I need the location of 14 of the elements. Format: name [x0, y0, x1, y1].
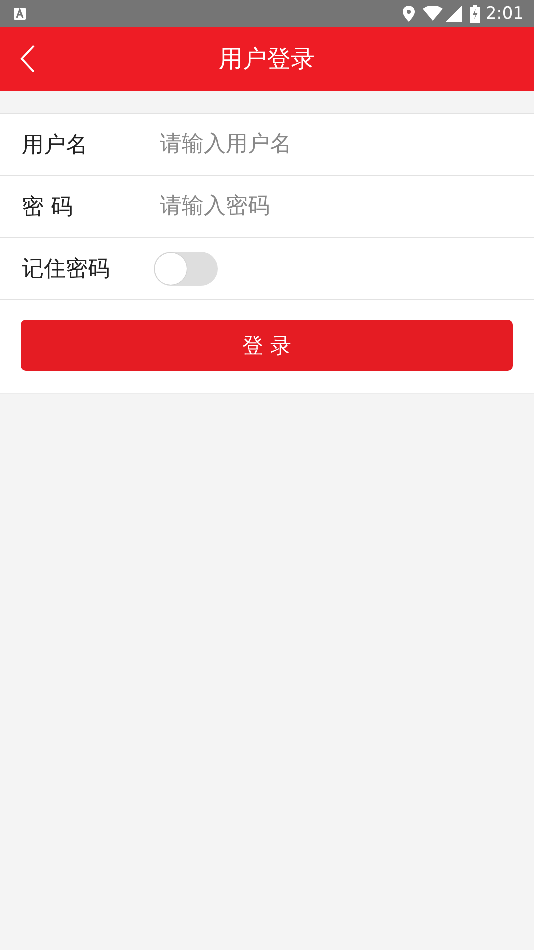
- field-label: 记住密码: [22, 256, 111, 284]
- input-field[interactable]: 请输入密码: [154, 194, 512, 219]
- toggle-switch[interactable]: [154, 252, 218, 286]
- battery-icon: [470, 4, 480, 22]
- input-field[interactable]: 请输入用户名: [154, 132, 512, 157]
- notification-icon: [14, 8, 26, 20]
- field-label: 用户名: [22, 132, 89, 160]
- page-title: 用户登录: [219, 44, 315, 75]
- wifi-icon: [422, 6, 443, 21]
- location-icon: [402, 6, 415, 22]
- status-time: 2:01: [486, 4, 524, 24]
- signal-icon: [446, 6, 462, 22]
- login-button[interactable]: 登 录: [21, 320, 513, 371]
- field-label: 密 码: [22, 194, 74, 222]
